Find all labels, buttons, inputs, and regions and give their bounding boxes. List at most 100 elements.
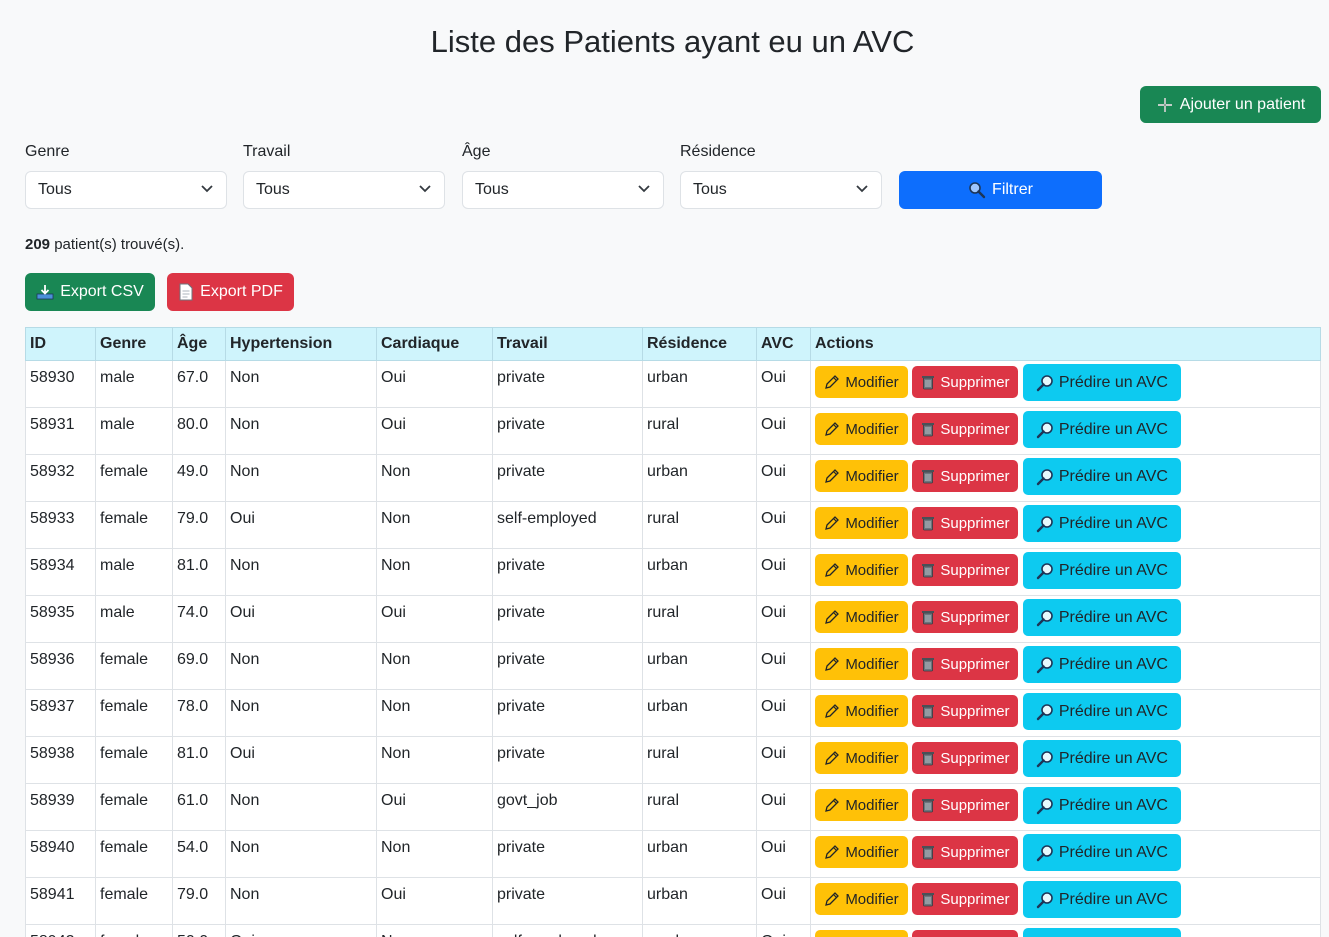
delete-button[interactable]: Supprimer xyxy=(912,883,1019,915)
predict-avc-button[interactable]: Prédire un AVC xyxy=(1022,505,1181,542)
cell-residence: urban xyxy=(642,548,757,596)
cell-actions: Modifier Supprimer Prédire un AVC xyxy=(810,877,1321,925)
cell-residence: rural xyxy=(642,736,757,784)
cell-id: 58935 xyxy=(25,595,96,643)
cell-age: 78.0 xyxy=(172,689,226,737)
pencil-icon xyxy=(824,797,840,813)
cell-genre: female xyxy=(95,877,173,925)
cell-residence: rural xyxy=(642,595,757,643)
delete-button[interactable]: Supprimer xyxy=(912,366,1019,398)
edit-button[interactable]: Modifier xyxy=(815,507,908,539)
cell-avc: Oui xyxy=(756,689,811,737)
delete-button-label: Supprimer xyxy=(940,608,1010,626)
delete-button[interactable]: Supprimer xyxy=(912,930,1019,937)
delete-button-label: Supprimer xyxy=(940,655,1010,673)
predict-avc-button[interactable]: Prédire un AVC xyxy=(1022,693,1181,730)
delete-button[interactable]: Supprimer xyxy=(912,460,1019,492)
delete-button-label: Supprimer xyxy=(940,749,1010,767)
delete-button-label: Supprimer xyxy=(940,467,1010,485)
edit-button-label: Modifier xyxy=(845,890,899,908)
cell-cardiaque: Non xyxy=(376,454,493,502)
cell-age: 69.0 xyxy=(172,642,226,690)
delete-button[interactable]: Supprimer xyxy=(912,789,1019,821)
cell-hypertension: Oui xyxy=(225,501,377,549)
delete-button[interactable]: Supprimer xyxy=(912,648,1019,680)
filter-button-label: Filtrer xyxy=(992,181,1033,198)
column-header-residence: Résidence xyxy=(642,327,757,361)
cell-genre: male xyxy=(95,548,173,596)
cell-avc: Oui xyxy=(756,642,811,690)
delete-button[interactable]: Supprimer xyxy=(912,507,1019,539)
edit-button-label: Modifier xyxy=(845,749,899,767)
delete-button[interactable]: Supprimer xyxy=(912,554,1019,586)
pencil-icon xyxy=(824,750,840,766)
edit-button[interactable]: Modifier xyxy=(815,789,908,821)
travail-select[interactable]: Tous xyxy=(243,171,445,209)
column-header-travail: Travail xyxy=(492,327,643,361)
predict-avc-button[interactable]: Prédire un AVC xyxy=(1022,458,1181,495)
predict-avc-button[interactable]: Prédire un AVC xyxy=(1022,928,1181,937)
delete-button[interactable]: Supprimer xyxy=(912,742,1019,774)
cell-hypertension: Oui xyxy=(225,736,377,784)
predict-avc-button[interactable]: Prédire un AVC xyxy=(1022,646,1181,683)
delete-button-label: Supprimer xyxy=(940,373,1010,391)
predict-avc-button[interactable]: Prédire un AVC xyxy=(1022,411,1181,448)
cell-genre: male xyxy=(95,595,173,643)
predict-avc-button[interactable]: Prédire un AVC xyxy=(1022,881,1181,918)
delete-button[interactable]: Supprimer xyxy=(912,695,1019,727)
edit-button[interactable]: Modifier xyxy=(815,460,908,492)
delete-button-label: Supprimer xyxy=(940,702,1010,720)
predict-avc-button[interactable]: Prédire un AVC xyxy=(1022,599,1181,636)
edit-button[interactable]: Modifier xyxy=(815,930,908,937)
edit-button[interactable]: Modifier xyxy=(815,648,908,680)
cell-actions: Modifier Supprimer Prédire un AVC xyxy=(810,783,1321,831)
delete-button[interactable]: Supprimer xyxy=(912,413,1019,445)
age-select[interactable]: Tous xyxy=(462,171,664,209)
edit-button[interactable]: Modifier xyxy=(815,554,908,586)
delete-button[interactable]: Supprimer xyxy=(912,601,1019,633)
cell-hypertension: Oui xyxy=(225,595,377,643)
cell-travail: self-employed xyxy=(492,924,643,937)
predict-button-label: Prédire un AVC xyxy=(1058,608,1168,626)
add-patient-button[interactable]: Ajouter un patient xyxy=(1140,86,1321,123)
edit-button[interactable]: Modifier xyxy=(815,366,908,398)
magnifier-icon xyxy=(1036,750,1054,768)
cell-residence: rural xyxy=(642,501,757,549)
pencil-icon xyxy=(824,844,840,860)
trash-icon xyxy=(921,703,935,719)
delete-button-label: Supprimer xyxy=(940,843,1010,861)
predict-avc-button[interactable]: Prédire un AVC xyxy=(1022,364,1181,401)
table-header-row: ID Genre Âge Hypertension Cardiaque Travail Ré… xyxy=(25,327,1321,361)
edit-button[interactable]: Modifier xyxy=(815,883,908,915)
pencil-icon xyxy=(824,374,840,390)
cell-avc: Oui xyxy=(756,454,811,502)
table-row: 58942female50.0OuiNonself-employedruralO… xyxy=(25,924,1321,937)
cell-genre: female xyxy=(95,830,173,878)
table-row: 58931 male 80.0 Non Oui private rural Oui Modifi… xyxy=(25,407,1321,455)
edit-button[interactable]: Modifier xyxy=(815,836,908,868)
predict-avc-button[interactable]: Prédire un AVC xyxy=(1022,740,1181,777)
edit-button[interactable]: Modifier xyxy=(815,695,908,727)
export-csv-button[interactable]: Export CSV xyxy=(25,273,155,311)
result-count-number: 209 xyxy=(25,236,51,253)
residence-select[interactable]: Tous xyxy=(680,171,882,209)
delete-button[interactable]: Supprimer xyxy=(912,836,1019,868)
cell-age: 80.0 xyxy=(172,407,226,455)
cell-id: 58936 xyxy=(25,642,96,690)
delete-button-label: Supprimer xyxy=(940,514,1010,532)
predict-avc-button[interactable]: Prédire un AVC xyxy=(1022,834,1181,871)
cell-age: 74.0 xyxy=(172,595,226,643)
cell-genre: female xyxy=(95,736,173,784)
cell-age: 67.0 xyxy=(172,360,226,408)
edit-button[interactable]: Modifier xyxy=(815,742,908,774)
edit-button[interactable]: Modifier xyxy=(815,601,908,633)
predict-avc-button[interactable]: Prédire un AVC xyxy=(1022,787,1181,824)
filter-age-label: Âge xyxy=(462,143,491,160)
filter-button[interactable]: Filtrer xyxy=(899,171,1102,209)
predict-avc-button[interactable]: Prédire un AVC xyxy=(1022,552,1181,589)
genre-select[interactable]: Tous xyxy=(25,171,227,209)
trash-icon xyxy=(921,421,935,437)
edit-button[interactable]: Modifier xyxy=(815,413,908,445)
export-pdf-button[interactable]: Export PDF xyxy=(167,273,294,311)
cell-cardiaque: Non xyxy=(376,501,493,549)
